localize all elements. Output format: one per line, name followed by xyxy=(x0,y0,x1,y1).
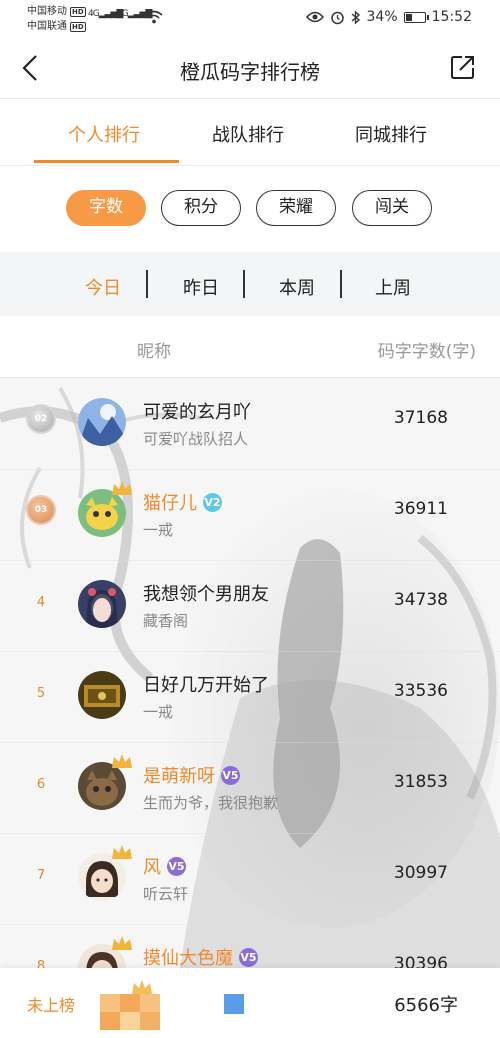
my-word-count: 6566字 xyxy=(394,995,458,1016)
row-name: 我想领个男朋友 xyxy=(143,584,269,605)
wifi-icon xyxy=(145,10,163,24)
period-yesterday[interactable]: 昨日 xyxy=(183,274,219,300)
my-rank-bar[interactable]: 未上榜 6566字 xyxy=(0,968,500,1038)
table-row[interactable]: 02 可爱的玄月吖 可爱吖战队招人 37168 xyxy=(0,378,500,470)
row-name: 是萌新呀 V5 xyxy=(143,765,240,787)
table-row[interactable]: 03 猫仔儿 V2 一戒 36911 xyxy=(0,469,500,561)
alarm-icon xyxy=(330,11,344,24)
period-selector: 今日 昨日 本周 上周 xyxy=(0,252,500,316)
row-team: 藏香阁 xyxy=(143,612,189,630)
vip-badge: V5 xyxy=(221,765,240,785)
ranking-list[interactable]: 02 可爱的玄月吖 可爱吖战队招人 37168 03 猫仔儿 V2 一戒 3691… xyxy=(0,378,500,968)
avatar[interactable] xyxy=(78,671,126,719)
rank-number: 5 xyxy=(36,686,46,701)
tab-personal[interactable]: 个人排行 xyxy=(68,121,140,147)
bluetooth-icon xyxy=(351,9,360,25)
table-row[interactable]: 7 风 V5 听云轩 30997 xyxy=(0,833,500,925)
pill-honor[interactable]: 荣耀 xyxy=(256,190,336,226)
row-name: 猫仔儿 V2 xyxy=(143,492,222,514)
row-score: 36911 xyxy=(393,499,448,519)
crown-icon xyxy=(112,936,132,950)
period-today[interactable]: 今日 xyxy=(85,274,121,300)
column-nickname: 昵称 xyxy=(137,342,171,362)
avatar[interactable] xyxy=(78,580,126,628)
row-score: 31853 xyxy=(393,772,448,792)
row-name: 摸仙大色魔 V5 xyxy=(143,947,258,968)
row-score: 34738 xyxy=(393,590,448,610)
row-name: 日好几万开始了 xyxy=(143,675,269,696)
app-header: 橙瓜码字排行榜 xyxy=(0,38,500,99)
row-team: 听云轩 xyxy=(143,885,189,903)
row-team: 生而为爷，我很抱歉 xyxy=(143,794,279,812)
row-name: 可爱的玄月吖 xyxy=(143,402,251,423)
divider xyxy=(243,270,245,298)
battery-icon xyxy=(403,11,429,23)
column-word-count: 码字字数(字) xyxy=(377,342,476,362)
row-team: 一戒 xyxy=(143,703,174,721)
table-row[interactable]: 4 我想领个男朋友 藏香阁 34738 xyxy=(0,560,500,652)
battery-percent: 34% xyxy=(366,9,398,25)
pill-word-count[interactable]: 字数 xyxy=(66,190,146,226)
row-team: 一戒 xyxy=(143,521,174,539)
vip-badge: V5 xyxy=(167,856,186,876)
table-row[interactable]: 5 日好几万开始了 一戒 33536 xyxy=(0,651,500,743)
ranking-tabs: 个人排行 战队排行 同城排行 xyxy=(0,99,500,166)
my-avatar[interactable] xyxy=(100,980,162,1030)
carrier-1: 中国移动 xyxy=(27,6,67,17)
vip-badge: V5 xyxy=(239,947,258,967)
table-row[interactable]: 6 是萌新呀 V5 生而为爷，我很抱歉 31853 xyxy=(0,742,500,834)
my-badge-icon xyxy=(224,994,244,1014)
crown-icon xyxy=(112,845,132,859)
tab-team[interactable]: 战队排行 xyxy=(212,121,284,147)
share-icon[interactable] xyxy=(450,54,476,80)
row-name: 风 V5 xyxy=(143,856,186,878)
pill-challenge[interactable]: 闯关 xyxy=(352,190,432,226)
status-bar: 中国移动 HD 中国联通 HD 4G▂▃▅▇ 4G▂▃▅▇ 34% 15:52 xyxy=(0,0,500,38)
pill-points[interactable]: 积分 xyxy=(161,190,241,226)
row-score: 30997 xyxy=(393,863,448,883)
rank-medal-silver: 02 xyxy=(28,406,54,432)
divider xyxy=(340,270,342,298)
vip-badge: V2 xyxy=(203,492,222,512)
row-score: 33536 xyxy=(393,681,448,701)
row-team: 可爱吖战队招人 xyxy=(143,430,249,448)
my-rank-status: 未上榜 xyxy=(27,996,76,1015)
table-row[interactable]: 8 摸仙大色魔 V5 30396 xyxy=(0,924,500,968)
metric-filter: 字数 积分 荣耀 闯关 xyxy=(0,190,500,230)
tab-city[interactable]: 同城排行 xyxy=(355,121,427,147)
carrier-2: 中国联通 xyxy=(27,21,67,32)
eye-icon xyxy=(305,11,324,23)
carrier-info: 中国移动 HD 中国联通 HD xyxy=(27,4,86,34)
hd-badge: HD xyxy=(70,6,86,17)
rank-number: 7 xyxy=(36,868,46,883)
crown-icon xyxy=(112,754,132,768)
rank-number: 6 xyxy=(36,777,46,792)
clock: 15:52 xyxy=(431,9,472,25)
divider xyxy=(146,270,148,298)
table-header: 昵称 码字字数(字) xyxy=(0,317,500,378)
rank-number: 4 xyxy=(36,595,46,610)
rank-number: 8 xyxy=(36,959,46,968)
avatar[interactable] xyxy=(78,398,126,446)
row-score: 37168 xyxy=(393,408,448,428)
period-last-week[interactable]: 上周 xyxy=(375,274,411,300)
active-tab-indicator xyxy=(34,160,179,163)
rank-medal-bronze: 03 xyxy=(28,497,54,523)
crown-icon xyxy=(112,481,132,495)
period-this-week[interactable]: 本周 xyxy=(279,274,315,300)
hd-badge: HD xyxy=(70,21,86,32)
row-score: 30396 xyxy=(393,954,448,968)
page-title: 橙瓜码字排行榜 xyxy=(180,60,320,84)
